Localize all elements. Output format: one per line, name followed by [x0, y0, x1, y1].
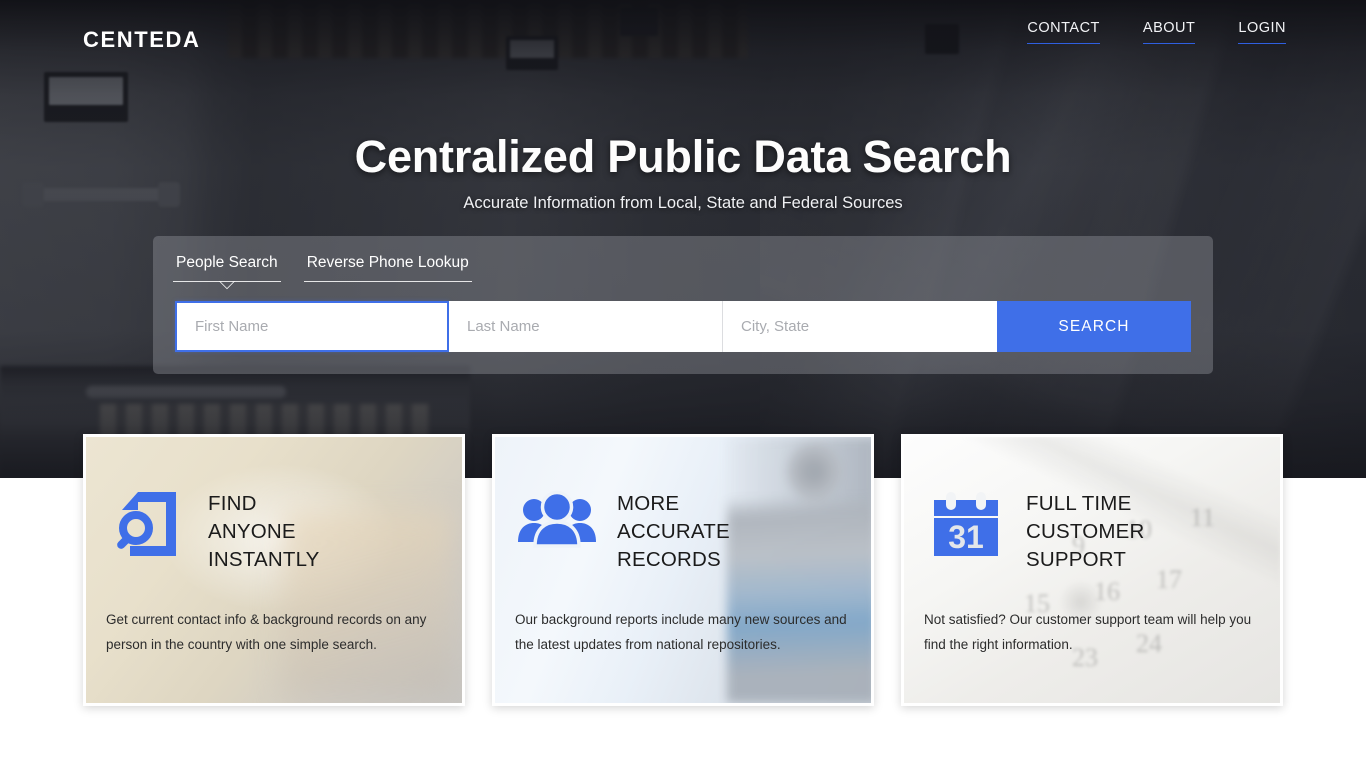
- search-form: SEARCH: [175, 301, 1191, 352]
- ghost-number: 17: [1156, 565, 1182, 594]
- tab-people-search[interactable]: People Search: [173, 254, 281, 282]
- card-background-person: [727, 437, 871, 703]
- calendar-icon: 31: [924, 482, 1008, 566]
- hero-title: Centralized Public Data Search: [354, 131, 1012, 182]
- card-title: FIND ANYONE INSTANTLY: [208, 492, 320, 571]
- search-panel: People Search Reverse Phone Lookup SEARC…: [153, 236, 1213, 374]
- city-state-input[interactable]: [723, 301, 997, 352]
- feature-card-accurate-records[interactable]: MORE ACCURATE RECORDS Our background rep…: [492, 434, 874, 706]
- card-description: Our background reports include many new …: [515, 612, 847, 652]
- card-description: Get current contact info & background re…: [106, 612, 427, 652]
- search-button[interactable]: SEARCH: [997, 301, 1191, 352]
- nav-item-contact[interactable]: CONTACT: [1027, 20, 1100, 44]
- document-search-icon: [106, 482, 190, 566]
- last-name-input[interactable]: [449, 301, 723, 352]
- site-header: CENTEDA CONTACT ABOUT LOGIN: [0, 0, 1366, 68]
- feature-card-customer-support[interactable]: 9 10 11 15 16 17 23 24 31 FULL TIME CUST…: [901, 434, 1283, 706]
- ghost-number: 11: [1190, 503, 1216, 532]
- card-title: MORE ACCURATE RECORDS: [617, 492, 730, 571]
- nav-item-about[interactable]: ABOUT: [1142, 20, 1196, 44]
- people-group-icon: [515, 482, 599, 566]
- tab-reverse-phone-lookup[interactable]: Reverse Phone Lookup: [303, 254, 472, 282]
- search-tabs: People Search Reverse Phone Lookup: [173, 254, 472, 282]
- landing-page: CENTEDA CONTACT ABOUT LOGIN Centralized …: [0, 0, 1366, 768]
- brand-logo[interactable]: CENTEDA: [83, 27, 201, 53]
- first-name-input[interactable]: [175, 301, 449, 352]
- nav-item-login[interactable]: LOGIN: [1238, 20, 1286, 44]
- calendar-day-number: 31: [948, 519, 984, 555]
- main-navigation: CONTACT ABOUT LOGIN: [1027, 20, 1286, 44]
- feature-cards: FIND ANYONE INSTANTLY Get current contac…: [83, 434, 1283, 706]
- feature-card-find-anyone[interactable]: FIND ANYONE INSTANTLY Get current contac…: [83, 434, 465, 706]
- ghost-number: 16: [1094, 577, 1120, 606]
- hero-subtitle: Accurate Information from Local, State a…: [463, 194, 903, 212]
- card-description: Not satisfied? Our customer support team…: [924, 612, 1252, 652]
- card-title: FULL TIME CUSTOMER SUPPORT: [1026, 492, 1145, 571]
